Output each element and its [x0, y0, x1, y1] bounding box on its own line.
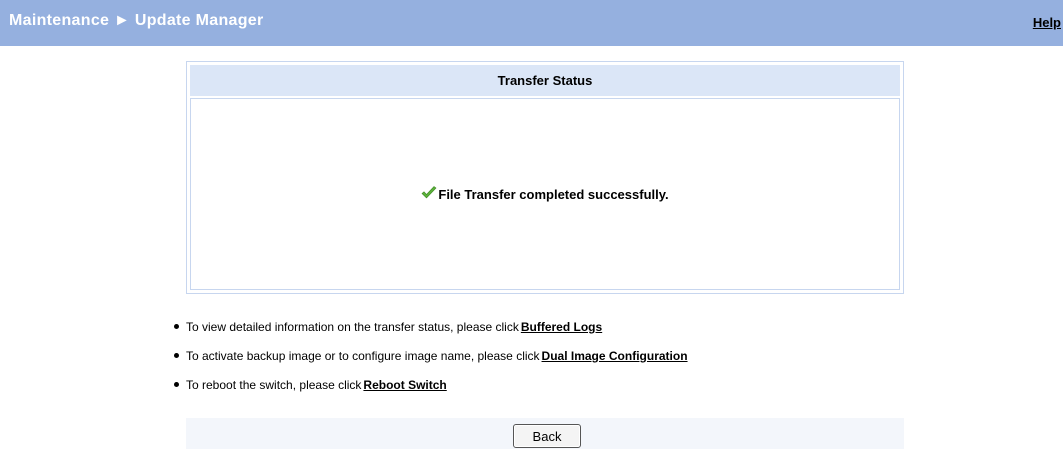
bullet-icon	[174, 353, 179, 358]
reboot-switch-link[interactable]: Reboot Switch	[363, 378, 446, 392]
help-link[interactable]: Help	[1033, 15, 1061, 30]
info-text: To view detailed information on the tran…	[186, 320, 519, 334]
transfer-status-panel: Transfer Status File Transfer completed …	[186, 61, 904, 294]
status-message-row: File Transfer completed successfully.	[191, 185, 899, 202]
page-title: Maintenance ► Update Manager	[9, 12, 264, 29]
buffered-logs-link[interactable]: Buffered Logs	[521, 320, 602, 334]
list-item: To view detailed information on the tran…	[174, 318, 688, 336]
bullet-icon	[174, 382, 179, 387]
dual-image-configuration-link[interactable]: Dual Image Configuration	[542, 349, 688, 363]
panel-title: Transfer Status	[190, 65, 900, 96]
list-item: To activate backup image or to configure…	[174, 347, 688, 365]
info-list: To view detailed information on the tran…	[174, 318, 688, 405]
back-button[interactable]: Back	[513, 424, 581, 448]
button-bar: Back	[186, 418, 904, 449]
checkmark-icon	[421, 185, 437, 200]
info-text: To reboot the switch, please click	[186, 378, 362, 392]
bullet-icon	[174, 324, 179, 329]
page-header: Maintenance ► Update Manager Help	[0, 0, 1063, 46]
list-item: To reboot the switch, please click Reboot…	[174, 376, 688, 394]
status-message-text: File Transfer completed successfully.	[438, 187, 669, 202]
panel-body: File Transfer completed successfully.	[190, 98, 900, 290]
info-text: To activate backup image or to configure…	[186, 349, 540, 363]
